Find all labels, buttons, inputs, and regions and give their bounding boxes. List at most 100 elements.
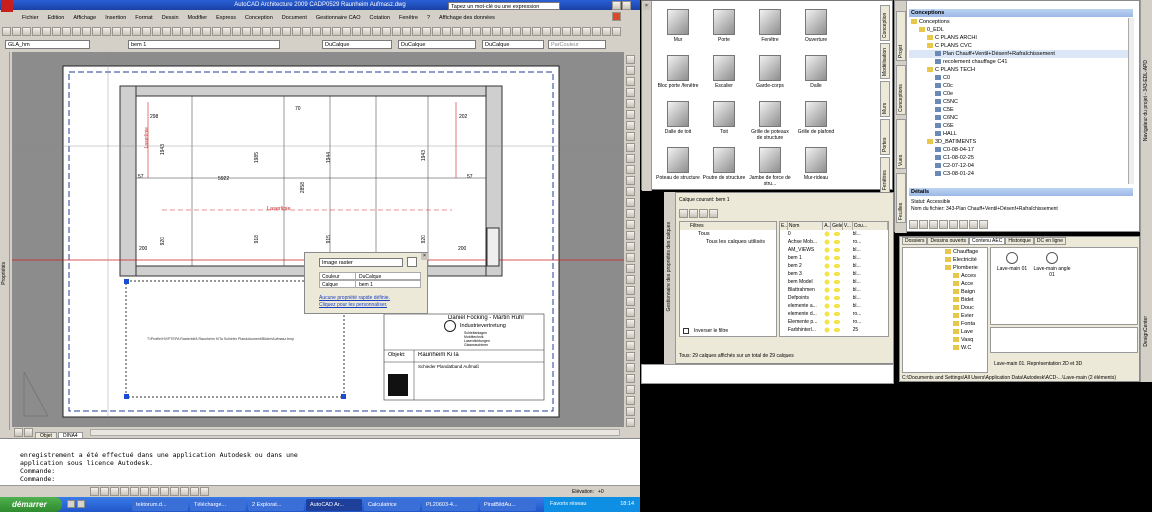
dc-folder[interactable]: Acces — [903, 272, 987, 280]
tool-button-icon[interactable] — [626, 231, 635, 240]
layer-freeze-icon[interactable] — [831, 246, 843, 254]
plotstyle-combo[interactable]: ParCouleur — [548, 40, 606, 49]
toolbar-button-icon[interactable] — [522, 27, 531, 36]
toolbar-button-icon[interactable] — [382, 27, 391, 36]
tool-button-icon[interactable] — [626, 165, 635, 174]
dc-folder[interactable]: Evier — [903, 312, 987, 320]
task-button[interactable]: PL20603-4... — [422, 499, 478, 511]
quick-props-settings-icon[interactable] — [407, 257, 417, 267]
palette-close-icon[interactable]: × — [643, 3, 650, 10]
tool-item[interactable]: Poutre de structure — [702, 147, 746, 181]
tool-button-icon[interactable] — [626, 352, 635, 361]
layer-on-icon[interactable] — [823, 254, 832, 262]
layer-color[interactable]: bl... — [853, 262, 888, 270]
menu-item[interactable]: Fenêtre — [399, 15, 418, 21]
project-tree-item[interactable]: C PLANS ARCHI — [909, 34, 1129, 42]
tray-favorites[interactable]: Favoris réseau — [550, 501, 586, 507]
project-tool-icon[interactable] — [919, 220, 928, 229]
toolbar-button-icon[interactable] — [332, 27, 341, 36]
layer-on-icon[interactable] — [823, 286, 832, 294]
color-combo[interactable]: DuCalque — [322, 40, 392, 49]
menu-item[interactable]: ? — [427, 15, 430, 21]
menu-item[interactable]: Affichage — [73, 15, 96, 21]
dc-folder[interactable]: Acce — [903, 280, 987, 288]
toolbar-button-icon[interactable] — [432, 27, 441, 36]
layer-freeze-icon[interactable] — [831, 278, 843, 286]
layer-on-icon[interactable] — [823, 278, 832, 286]
toolbar-button-icon[interactable] — [542, 27, 551, 36]
quick-props-combo[interactable]: Image raster — [319, 258, 403, 267]
quick-props-close-icon[interactable]: × — [421, 253, 428, 260]
menu-item[interactable]: Express — [216, 15, 236, 21]
toolbar-button-icon[interactable] — [42, 27, 51, 36]
project-tree-item[interactable]: C PLANS TECH — [909, 66, 1129, 74]
task-button[interactable]: AutoCAD Ar... — [306, 499, 362, 511]
layer-color[interactable]: bl... — [853, 294, 888, 302]
dc-folder[interactable]: Bidet — [903, 296, 987, 304]
invert-filter-box[interactable] — [683, 328, 689, 334]
menu-item[interactable]: Format — [135, 15, 152, 21]
toolbar-button-icon[interactable] — [592, 27, 601, 36]
close-icon[interactable] — [612, 12, 621, 21]
tool-button-icon[interactable] — [626, 264, 635, 273]
toolbar-button-icon[interactable] — [312, 27, 321, 36]
horizontal-scrollbar[interactable] — [90, 429, 620, 436]
toolbar-button-icon[interactable] — [212, 27, 221, 36]
filter-all[interactable]: Tous — [680, 230, 776, 238]
project-tool-icon[interactable] — [939, 220, 948, 229]
project-tool-icon[interactable] — [949, 220, 958, 229]
tool-button-icon[interactable] — [626, 275, 635, 284]
tool-item[interactable]: Dalle de toit — [656, 101, 700, 135]
toolbar-button-icon[interactable] — [302, 27, 311, 36]
toolbar-button-icon[interactable] — [532, 27, 541, 36]
tool-item[interactable]: Poteau de structure — [656, 147, 700, 181]
autocad-logo-icon[interactable] — [1, 0, 13, 12]
quick-props-link2[interactable]: Cliquez pour les personnaliser. — [319, 302, 387, 308]
toolbar-button-icon[interactable] — [22, 27, 31, 36]
menu-item[interactable]: Gestionnaire CAO — [316, 15, 361, 21]
toolbar-button-icon[interactable] — [562, 27, 571, 36]
toolbar-button-icon[interactable] — [612, 27, 621, 36]
tool-button-icon[interactable] — [626, 187, 635, 196]
toolbar-button-icon[interactable] — [92, 27, 101, 36]
tool-item[interactable]: Mur-rideau — [794, 147, 838, 181]
start-button[interactable]: démarrer — [0, 497, 62, 512]
layer-color[interactable]: bl... — [853, 246, 888, 254]
toolbar-button-icon[interactable] — [472, 27, 481, 36]
menu-item[interactable]: Insertion — [105, 15, 126, 21]
filter-used[interactable]: Tous les calques utilisés — [680, 238, 776, 246]
project-tree-item[interactable]: C1-08-02-25 — [909, 154, 1129, 162]
layer-color[interactable]: bl... — [853, 278, 888, 286]
project-tree-item[interactable]: C6E — [909, 122, 1129, 130]
layer-tool-icon[interactable] — [689, 209, 698, 218]
layer-color[interactable]: ro... — [853, 318, 888, 326]
toolbar-button-icon[interactable] — [402, 27, 411, 36]
tool-button-icon[interactable] — [626, 143, 635, 152]
layer-color[interactable]: bl... — [853, 230, 888, 238]
project-tree-item[interactable]: C6NC — [909, 114, 1129, 122]
tool-item[interactable]: Escalier — [702, 55, 746, 89]
toolbar-button-icon[interactable] — [502, 27, 511, 36]
dc-folder[interactable]: Douc — [903, 304, 987, 312]
project-nav-tab[interactable]: Feuilles — [896, 173, 906, 223]
status-toggle-icon[interactable] — [120, 487, 129, 496]
status-toggle-icon[interactable] — [170, 487, 179, 496]
toolbar-button-icon[interactable] — [102, 27, 111, 36]
layer-on-icon[interactable] — [823, 310, 832, 318]
properties-palette-tab[interactable]: Propriétés — [1, 262, 7, 285]
tool-button-icon[interactable] — [626, 88, 635, 97]
layer-on-icon[interactable] — [823, 302, 832, 310]
tool-palette-tab[interactable]: Modélisation — [880, 43, 890, 79]
toolbar-button-icon[interactable] — [192, 27, 201, 36]
dc-tab[interactable]: Dossiers — [902, 237, 928, 245]
project-nav-tab[interactable]: Vues — [896, 119, 906, 169]
toolbar-button-icon[interactable] — [422, 27, 431, 36]
project-tool-icon[interactable] — [979, 220, 988, 229]
layer-row[interactable]: bem 3 bl... — [780, 270, 888, 278]
dc-tab[interactable]: Dessins ouverts — [927, 237, 970, 245]
quick-props-value[interactable]: bem 1 — [356, 281, 373, 288]
drawing-canvas[interactable]: 298 1943 1985 1944 1943 202 57 5922 57 2858 200 920… — [12, 52, 624, 427]
toolbar-button-icon[interactable] — [252, 27, 261, 36]
toolbar-button-icon[interactable] — [162, 27, 171, 36]
menu-item[interactable]: Conception — [245, 15, 273, 21]
